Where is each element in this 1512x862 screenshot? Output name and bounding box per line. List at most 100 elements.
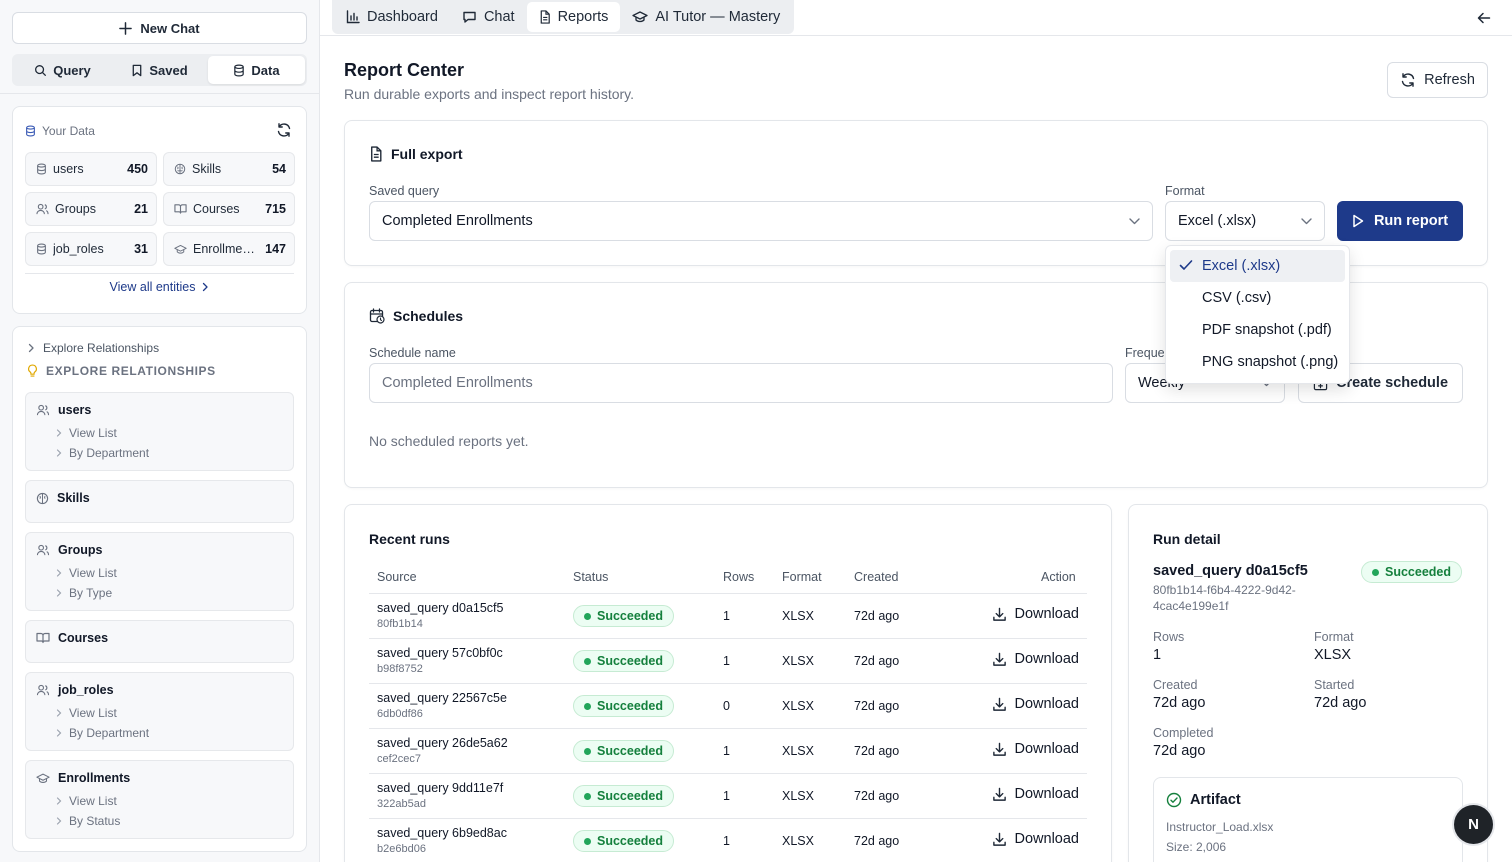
entity-name: Courses: [193, 202, 240, 216]
table-row[interactable]: saved_query d0a15cf5 80fb1b14 Succeeded 1 XL…: [369, 593, 1087, 638]
segment-query[interactable]: Query: [14, 56, 111, 84]
status-badge: Succeeded: [1361, 561, 1463, 583]
relationship-sub-view-list[interactable]: View List: [56, 794, 117, 808]
tab-chat[interactable]: Chat: [450, 2, 527, 32]
format-detail-value: XLSX: [1314, 647, 1352, 663]
tab-dashboard[interactable]: Dashboard: [334, 2, 450, 32]
entity-job-roles[interactable]: job_roles 31: [25, 232, 157, 266]
run-format: XLSX: [782, 834, 814, 848]
assistant-avatar-button[interactable]: N: [1454, 805, 1493, 844]
chevron-right-icon: [56, 817, 62, 825]
format-option-pdf[interactable]: PDF snapshot (.pdf): [1170, 314, 1345, 346]
download-button[interactable]: Download: [992, 831, 1079, 847]
tab-label: Chat: [483, 9, 515, 25]
table-row[interactable]: saved_query 9dd11e7f 322ab5ad Succeeded 1 XL…: [369, 773, 1087, 818]
run-created: 72d ago: [854, 834, 900, 848]
play-icon: [1352, 214, 1364, 228]
run-rows: 0: [723, 699, 730, 713]
run-id: 322ab5ad: [377, 798, 426, 810]
users-icon: [36, 203, 49, 215]
run-created: 72d ago: [854, 654, 900, 668]
run-source: saved_query d0a15cf5: [377, 601, 504, 615]
relationship-sub-by-status[interactable]: By Status: [56, 814, 120, 828]
saved-query-value: Completed Enrollments: [382, 213, 533, 229]
status-badge: Succeeded: [573, 740, 675, 762]
page-title: Report Center: [344, 60, 465, 80]
status-dot: [584, 747, 591, 755]
relationship-job-roles[interactable]: job_roles View List By Department: [25, 672, 294, 751]
chevron-right-icon: [56, 709, 62, 717]
entity-name: users: [53, 162, 84, 176]
run-detail-title: Run detail: [1153, 531, 1221, 547]
format-option-csv[interactable]: CSV (.csv): [1170, 282, 1345, 314]
brain-icon: [36, 492, 49, 505]
view-all-entities-link[interactable]: View all entities: [13, 280, 306, 294]
refresh-icon[interactable]: [276, 122, 292, 138]
no-schedules-text: No scheduled reports yet.: [369, 433, 529, 449]
run-rows: 1: [723, 789, 730, 803]
column-header-source: Source: [377, 570, 417, 584]
format-option-xlsx[interactable]: Excel (.xlsx): [1170, 250, 1345, 282]
top-bar: Dashboard Chat Reports AI Tutor — Master…: [320, 0, 1512, 36]
saved-query-select[interactable]: Completed Enrollments: [369, 201, 1153, 241]
main-tabs: Dashboard Chat Reports AI Tutor — Master…: [332, 0, 795, 34]
download-button[interactable]: Download: [992, 696, 1079, 712]
run-id: 80fb1b14: [377, 618, 423, 630]
relationship-groups[interactable]: Groups View List By Type: [25, 532, 294, 611]
relationship-sub-by-type[interactable]: By Type: [56, 586, 112, 600]
download-button[interactable]: Download: [992, 651, 1079, 667]
format-select[interactable]: Excel (.xlsx): [1165, 201, 1325, 241]
started-value: 72d ago: [1314, 695, 1367, 711]
entity-groups[interactable]: Groups 21: [25, 192, 157, 226]
users-icon: [36, 404, 50, 416]
format-option-png[interactable]: PNG snapshot (.png): [1170, 346, 1345, 378]
saved-query-label: Saved query: [369, 184, 440, 198]
relationship-skills[interactable]: Skills: [25, 480, 294, 523]
frequency-label: Freque: [1125, 346, 1165, 360]
schedules-title: Schedules: [369, 308, 463, 324]
format-value: Excel (.xlsx): [1178, 213, 1257, 229]
users-icon: [36, 544, 50, 556]
explore-relationships-toggle[interactable]: Explore Relationships: [27, 341, 159, 355]
check-icon: [1179, 259, 1193, 271]
column-header-status: Status: [573, 570, 609, 584]
tab-reports[interactable]: Reports: [526, 2, 621, 32]
entity-enrollments[interactable]: Enrollmen… 147: [163, 232, 295, 266]
download-button[interactable]: Download: [992, 741, 1079, 757]
segment-data[interactable]: Data: [208, 56, 305, 84]
relationship-sub-by-department[interactable]: By Department: [56, 726, 149, 740]
table-row[interactable]: saved_query 22567c5e 6db0df86 Succeeded 0 XL…: [369, 683, 1087, 728]
relationship-sub-view-list[interactable]: View List: [56, 426, 117, 440]
rows-value: 1: [1153, 647, 1162, 663]
run-report-button[interactable]: Run report: [1337, 201, 1463, 241]
segment-label: Saved: [149, 62, 188, 78]
relationship-enrollments[interactable]: Enrollments View List By Status: [25, 760, 294, 839]
relationship-sub-view-list[interactable]: View List: [56, 706, 117, 720]
segment-saved[interactable]: Saved: [111, 56, 208, 84]
relationship-users[interactable]: users View List By Department: [25, 392, 294, 471]
download-button[interactable]: Download: [992, 606, 1079, 622]
tab-ai-tutor[interactable]: AI Tutor — Mastery: [620, 2, 792, 32]
file-icon: [539, 10, 551, 24]
refresh-icon: [1400, 72, 1416, 88]
new-chat-button[interactable]: New Chat: [12, 12, 307, 44]
relationship-sub-view-list[interactable]: View List: [56, 566, 117, 580]
table-row[interactable]: saved_query 26de5a62 cef2cec7 Succeeded 1 XL…: [369, 728, 1087, 773]
arrow-left-icon[interactable]: [1476, 10, 1492, 26]
entity-courses[interactable]: Courses 715: [163, 192, 295, 226]
completed-value: 72d ago: [1153, 743, 1206, 759]
entity-name: Groups: [55, 202, 96, 216]
download-button[interactable]: Download: [992, 786, 1079, 802]
relationship-courses[interactable]: Courses: [25, 620, 294, 663]
entity-name: Enrollmen…: [193, 242, 260, 256]
relationship-sub-by-department[interactable]: By Department: [56, 446, 149, 460]
table-row[interactable]: saved_query 6b9ed8ac b2e6bd06 Succeeded 1 XL…: [369, 818, 1087, 862]
status-dot: [584, 702, 591, 710]
schedule-name-input[interactable]: Completed Enrollments: [369, 363, 1113, 403]
completed-label: Completed: [1153, 726, 1214, 740]
table-row[interactable]: saved_query 57c0bf0c b98f8752 Succeeded 1 XL…: [369, 638, 1087, 683]
entity-skills[interactable]: Skills 54: [163, 152, 295, 186]
refresh-button[interactable]: Refresh: [1387, 62, 1488, 98]
relationship-name: job_roles: [58, 683, 114, 697]
entity-users[interactable]: users 450: [25, 152, 157, 186]
